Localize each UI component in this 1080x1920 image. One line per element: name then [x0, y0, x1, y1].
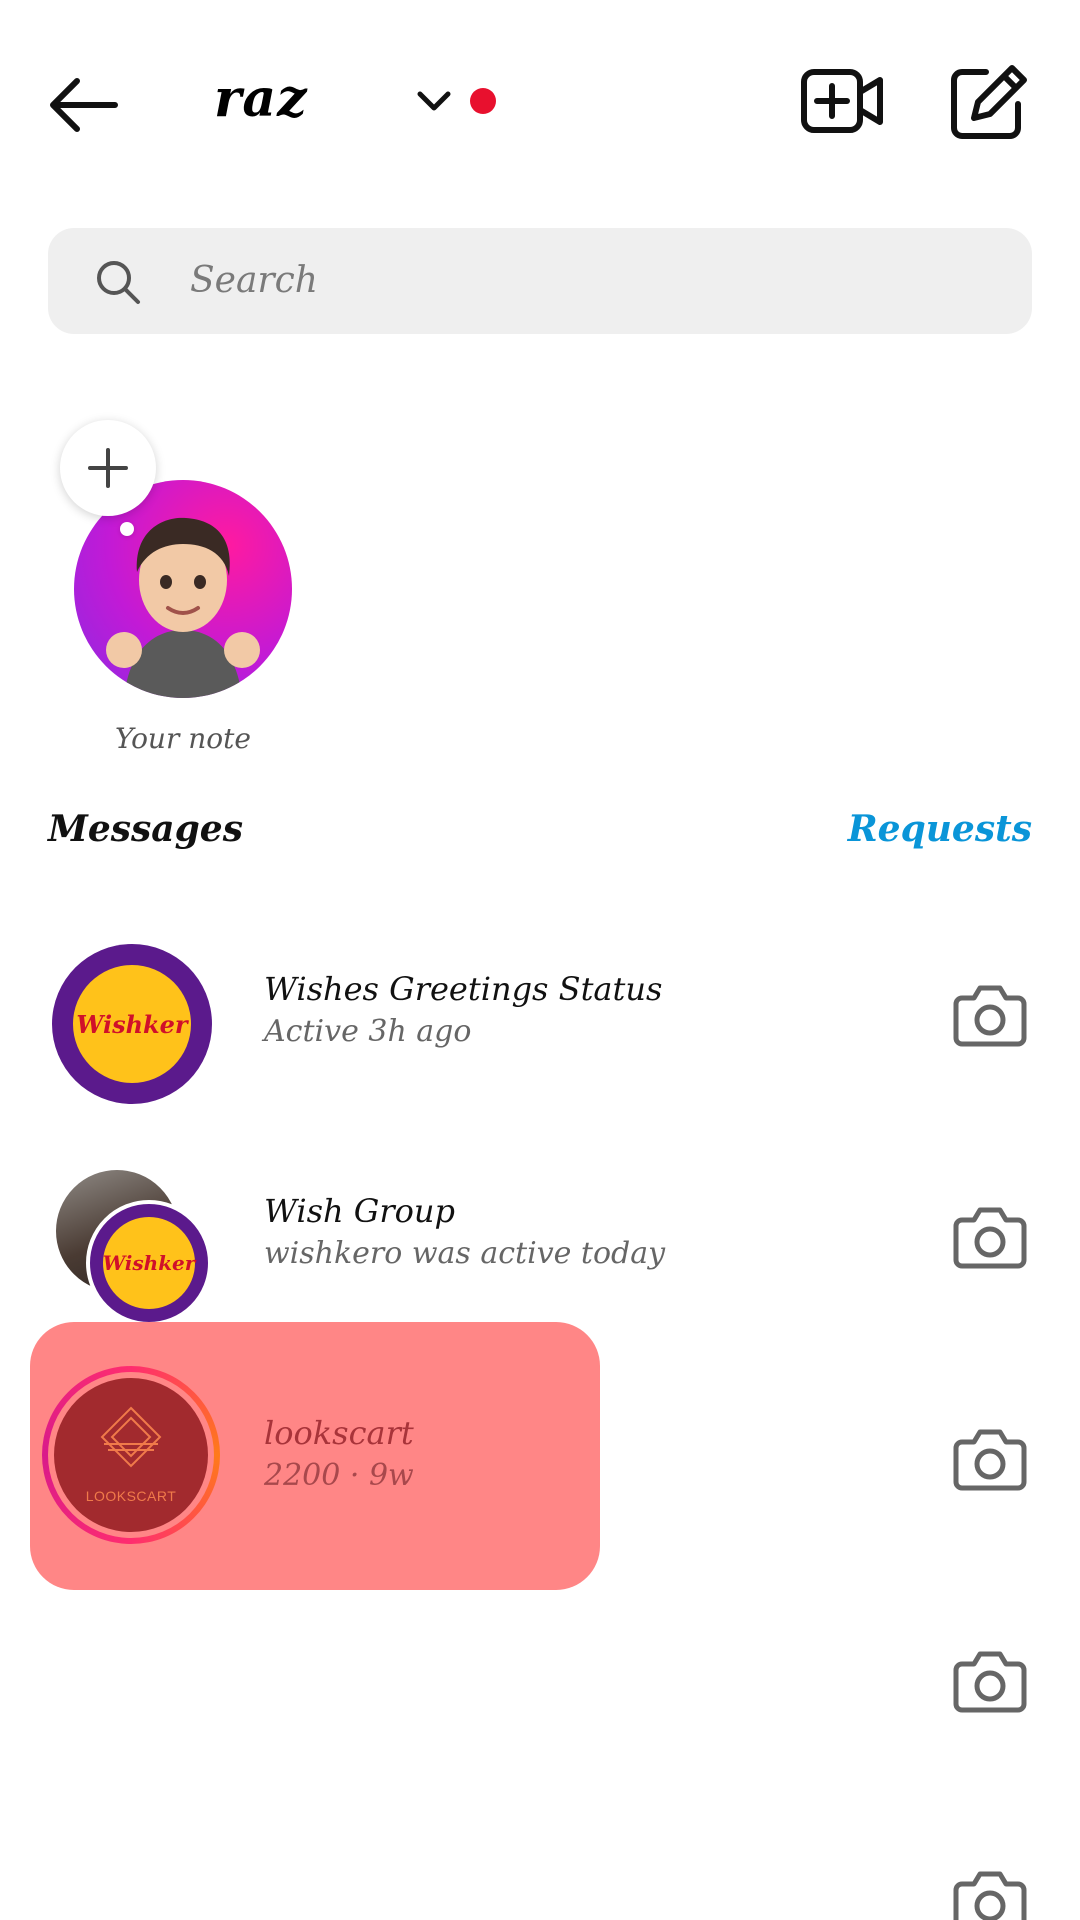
diamond-logo-icon: [100, 1406, 162, 1468]
camera-icon[interactable]: [952, 1642, 1028, 1718]
avatar-text: Wishker: [103, 1217, 195, 1309]
avatar: Wishker: [52, 944, 212, 1104]
camera-icon[interactable]: [952, 976, 1028, 1052]
inbox-screen: raz Search Your note Messages Requests W…: [0, 0, 1080, 1920]
requests-link[interactable]: Requests: [848, 808, 1032, 850]
wishker-logo: Wishker: [52, 944, 212, 1104]
camera-icon[interactable]: [952, 1862, 1028, 1920]
camera-icon[interactable]: [952, 1420, 1028, 1496]
top-bar: raz: [0, 0, 1080, 200]
account-name[interactable]: raz: [214, 68, 308, 129]
notification-dot: [470, 88, 496, 114]
note-label: Your note: [115, 722, 251, 755]
camera-icon[interactable]: [952, 1198, 1028, 1274]
back-button[interactable]: [44, 70, 124, 140]
chevron-down-icon[interactable]: [414, 88, 454, 116]
thread-status: 2200 · 9w: [264, 1458, 414, 1493]
note-bubble-tail: [120, 522, 134, 536]
search-input[interactable]: [190, 250, 990, 310]
add-note-button[interactable]: [60, 420, 156, 516]
group-avatar: Wishker: [52, 1166, 212, 1326]
thread-name: lookscart: [264, 1414, 414, 1452]
thread-status: Active 3h ago: [264, 1014, 472, 1049]
thread-row[interactable]: [0, 1800, 1080, 1920]
thread-name: Wishes Greetings Status: [264, 970, 663, 1008]
avatar: LOOKSCART: [42, 1366, 220, 1544]
story-ring: LOOKSCART: [42, 1366, 220, 1544]
compose-icon[interactable]: [948, 62, 1028, 142]
search-icon: [97, 261, 140, 304]
lookscart-logo: LOOKSCART: [54, 1378, 208, 1532]
avatar-text: Wishker: [73, 965, 191, 1083]
messages-heading: Messages: [48, 808, 243, 850]
thread-row[interactable]: Wishker Wish Group wishkero was active t…: [0, 1136, 1080, 1336]
plus-icon: [88, 448, 128, 488]
thread-status: wishkero was active today: [264, 1236, 666, 1271]
thread-row[interactable]: Wishker Wishes Greetings Status Active 3…: [0, 914, 1080, 1114]
back-arrow-icon: [50, 78, 118, 132]
avatar-text: LOOKSCART: [85, 1488, 177, 1504]
thread-name: Wish Group: [264, 1192, 455, 1230]
new-video-call-icon[interactable]: [800, 62, 884, 142]
wishker-logo: Wishker: [86, 1200, 212, 1326]
thread-row[interactable]: [0, 1580, 1080, 1780]
search-bar[interactable]: [48, 228, 1032, 334]
thread-row[interactable]: LOOKSCART lookscart 2200 · 9w: [0, 1358, 1080, 1558]
